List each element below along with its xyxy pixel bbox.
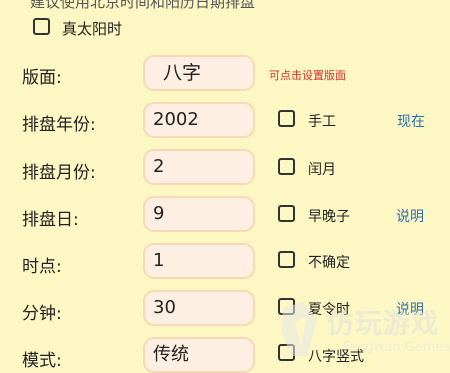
watermark-subtext: Fangwan Games: [343, 340, 450, 355]
layout-label: 版面:: [22, 68, 62, 88]
layout-field[interactable]: 八字: [143, 55, 255, 91]
watermark-logo: 仿玩游戏 Fangwan Games: [275, 298, 450, 368]
minute-label: 分钟:: [22, 304, 62, 324]
leap-month-checkbox[interactable]: [278, 158, 295, 175]
true-solar-checkbox[interactable]: [33, 18, 50, 35]
uncertain-label: 不确定: [308, 255, 350, 271]
hour-label: 时点:: [22, 257, 62, 277]
watermark-text: 仿玩游戏: [327, 309, 439, 340]
watermark-icon: [281, 302, 317, 356]
manual-checkbox[interactable]: [278, 110, 295, 127]
year-field[interactable]: 2002: [143, 102, 255, 138]
leap-month-label: 闰月: [308, 162, 336, 178]
early-late-zi-label: 早晚子: [308, 209, 350, 225]
true-solar-label: 真太阳时: [62, 20, 123, 38]
month-field[interactable]: 2: [143, 149, 255, 185]
uncertain-checkbox[interactable]: [278, 251, 295, 268]
day-label: 排盘日:: [22, 210, 79, 230]
minute-field[interactable]: 30: [143, 290, 255, 326]
month-label: 排盘月份:: [22, 163, 96, 183]
day-help-link[interactable]: 说明: [396, 206, 424, 226]
mode-label: 模式:: [22, 351, 62, 371]
early-late-zi-checkbox[interactable]: [278, 205, 295, 222]
manual-label: 手工: [308, 114, 336, 130]
hour-field[interactable]: 1: [143, 243, 255, 279]
top-note: 建议使用北京时间和阳历日期排盘: [30, 0, 256, 11]
day-field[interactable]: 9: [143, 196, 255, 232]
layout-hint[interactable]: 可点击设置版面: [269, 67, 346, 83]
year-label: 排盘年份:: [22, 115, 96, 135]
now-link[interactable]: 现在: [397, 111, 425, 131]
